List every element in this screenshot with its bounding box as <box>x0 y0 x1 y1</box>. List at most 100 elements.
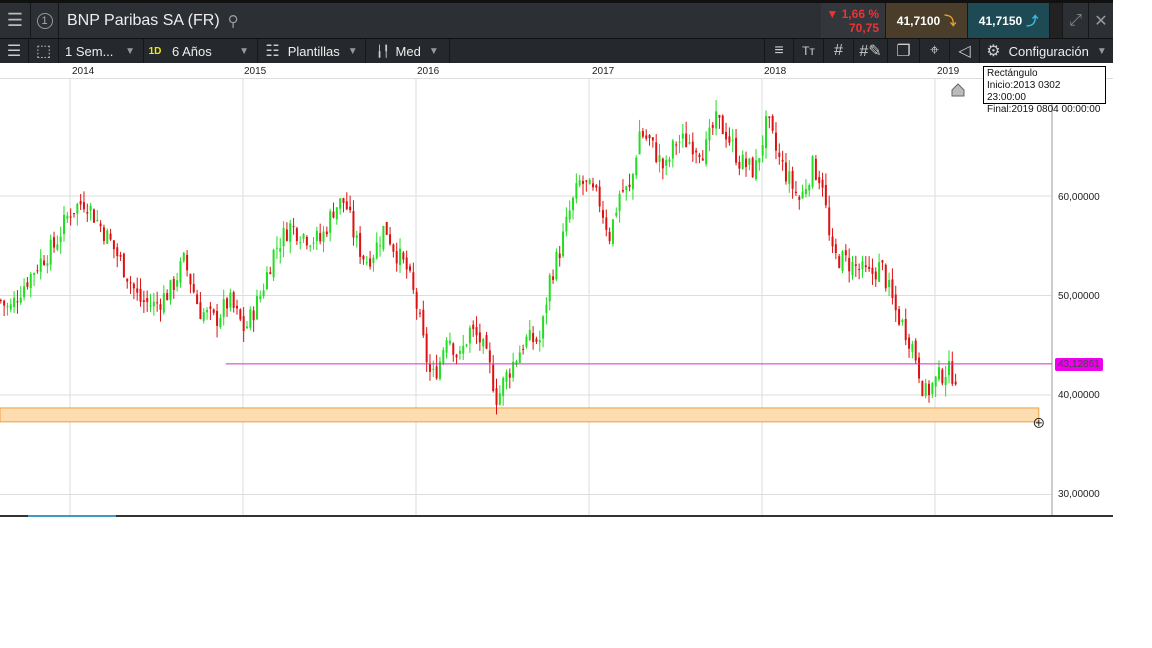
candle-body <box>698 154 701 158</box>
candle-body <box>901 319 904 323</box>
candle-body <box>608 231 611 242</box>
expand-icon: ⤢ <box>1069 11 1082 29</box>
candle-body <box>382 225 385 250</box>
candle-body <box>159 304 162 310</box>
search-icon[interactable]: ⚲ <box>228 12 239 30</box>
candle-body <box>96 219 99 221</box>
candle-body <box>395 251 398 264</box>
range-dropdown[interactable]: 6 Años ▼ <box>166 39 258 63</box>
candle-body <box>129 282 132 284</box>
arrow-up-icon: ⤴ <box>1026 14 1039 28</box>
indicators-dropdown[interactable]: ╽╿ Med ▼ <box>366 39 450 63</box>
title-bar: ☰ 1 BNP Paribas SA (FR) ⚲ ▼ 1,66 % 70,75… <box>0 0 1113 38</box>
tag-icon: ◁ <box>958 43 971 60</box>
candle-body <box>56 244 59 250</box>
candle-body <box>838 256 841 268</box>
candle-body <box>455 354 458 358</box>
period-badge[interactable]: 1D <box>144 39 166 63</box>
candle-body <box>568 210 571 220</box>
candle-body <box>392 244 395 252</box>
window-number-button[interactable]: 1 <box>31 3 59 38</box>
candle-body <box>655 142 658 162</box>
candle-body <box>675 144 678 146</box>
candle-body <box>19 297 22 303</box>
tool-windows[interactable]: ❐ <box>888 39 920 63</box>
change-value: 70,75 <box>848 20 879 35</box>
candle-body <box>671 140 674 159</box>
candle-body <box>758 158 761 163</box>
price-chart[interactable] <box>0 63 1113 519</box>
candle-body <box>79 200 82 205</box>
instrument-search[interactable]: BNP Paribas SA (FR) ⚲ <box>59 3 821 38</box>
candle-body <box>851 261 854 276</box>
candle-body <box>242 316 245 331</box>
candle-body <box>475 327 478 336</box>
candle-body <box>53 237 56 248</box>
candle-body <box>904 318 907 341</box>
candle-body <box>186 254 189 271</box>
candle-body <box>751 157 754 178</box>
candle-body <box>418 312 421 314</box>
candle-body <box>821 179 824 188</box>
layout-grid-icon[interactable] <box>1050 3 1063 38</box>
candle-body <box>868 266 871 269</box>
candle-body <box>701 158 704 161</box>
candle-body <box>628 184 631 188</box>
candle-body <box>635 157 638 176</box>
candle-body <box>236 305 239 309</box>
candle-body <box>332 211 335 218</box>
sell-button[interactable]: 41,7100 ⤵ <box>886 3 968 38</box>
close-button[interactable]: ✕ <box>1089 3 1113 38</box>
candle-body <box>641 131 644 137</box>
candle-body <box>575 183 578 199</box>
settings-dropdown[interactable]: ⚙ Configuración ▼ <box>980 39 1113 63</box>
templates-dropdown[interactable]: ☷ Plantillas ▼ <box>258 39 366 63</box>
candle-body <box>465 344 468 346</box>
candle-body <box>269 272 272 275</box>
candle-body <box>322 231 325 242</box>
candle-body <box>339 198 342 209</box>
candle-body <box>572 197 575 211</box>
candle-body <box>365 262 368 264</box>
candle-body <box>362 255 365 260</box>
candle-body <box>745 158 748 168</box>
candle-body <box>738 162 741 169</box>
candle-body <box>379 245 382 247</box>
select-area-button[interactable]: ⬚ <box>29 39 59 63</box>
candle-body <box>33 273 36 275</box>
candle-body <box>352 211 355 238</box>
tool-text[interactable]: Tт <box>794 39 824 63</box>
candle-body <box>685 133 688 148</box>
chevron-down-icon: ▼ <box>1096 45 1107 57</box>
candle-body <box>468 327 471 344</box>
tool-grid-edit[interactable]: #✎ <box>854 39 888 63</box>
candle-body <box>552 276 555 280</box>
list-view-button[interactable]: ☰ <box>0 39 29 63</box>
candle-body <box>126 278 129 282</box>
candle-body <box>472 324 475 330</box>
buy-button[interactable]: 41,7150 ⤴ <box>968 3 1050 38</box>
candle-body <box>535 338 538 342</box>
candle-body <box>558 253 561 259</box>
tool-label[interactable]: ◁ <box>950 39 980 63</box>
candle-body <box>858 269 861 271</box>
candle-body <box>791 171 794 189</box>
candle-body <box>478 332 481 343</box>
candle-body <box>725 131 728 140</box>
hamburger-icon: ☰ <box>6 10 24 30</box>
candle-body <box>299 242 302 244</box>
candle-body <box>46 263 49 266</box>
interval-dropdown[interactable]: 1 Sem... ▼ <box>59 39 144 63</box>
tool-grid[interactable]: # <box>824 39 854 63</box>
candle-body <box>881 260 884 263</box>
menu-button[interactable]: ☰ <box>0 3 31 38</box>
candle-body <box>645 135 648 139</box>
tool-notes[interactable]: ≡ <box>764 39 794 63</box>
windows-icon: ❐ <box>896 43 911 60</box>
candle-body <box>119 255 122 257</box>
expand-button[interactable]: ⤢ <box>1063 3 1089 38</box>
candle-body <box>582 181 585 184</box>
templates-label: Plantillas <box>287 43 340 59</box>
candle-body <box>498 393 501 405</box>
tool-crosshair[interactable]: ⌖ <box>920 39 950 63</box>
